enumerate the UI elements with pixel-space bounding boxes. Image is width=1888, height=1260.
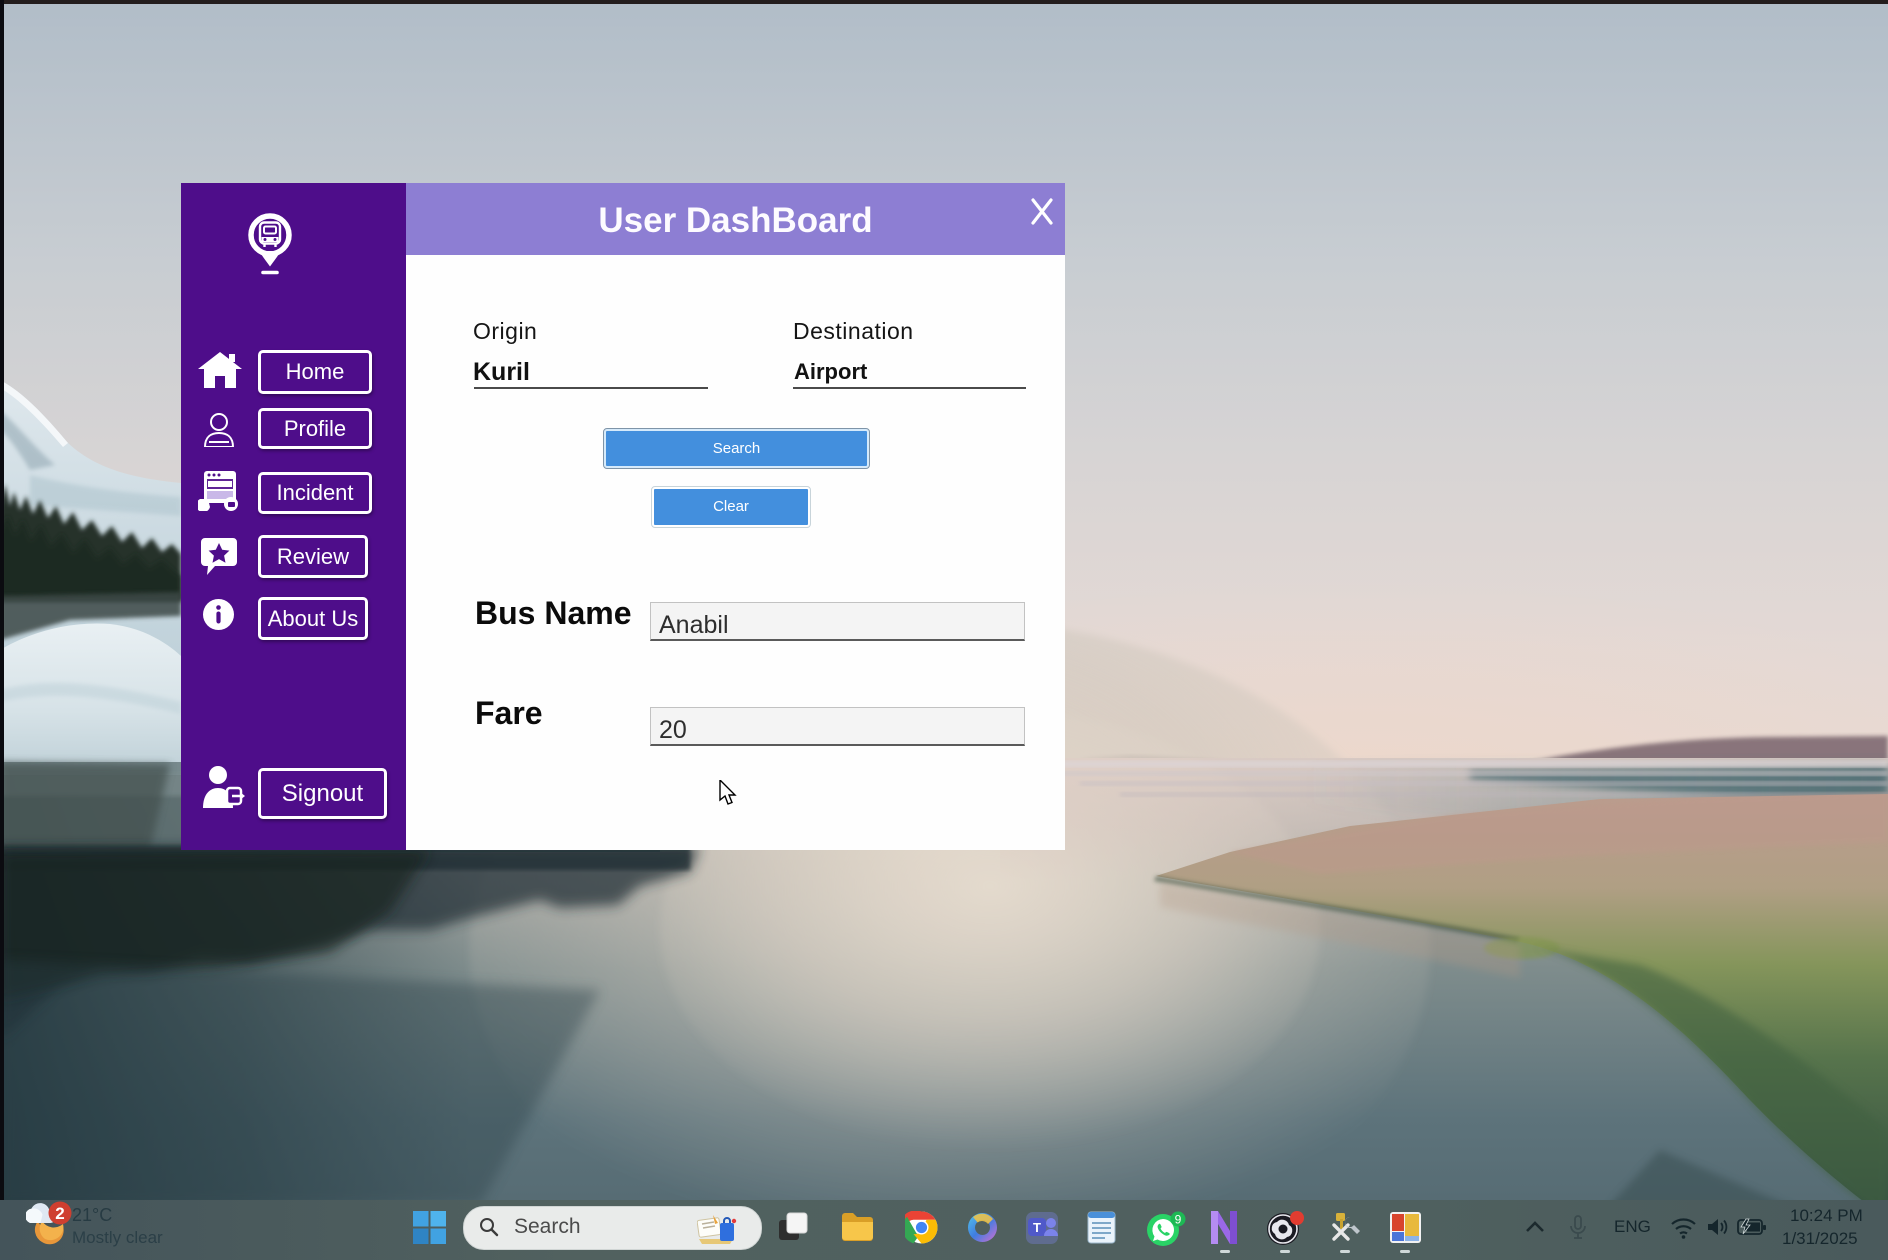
svg-text:T: T <box>1033 1220 1041 1235</box>
svg-text:2: 2 <box>55 1204 64 1223</box>
svg-text:9: 9 <box>1175 1213 1182 1227</box>
